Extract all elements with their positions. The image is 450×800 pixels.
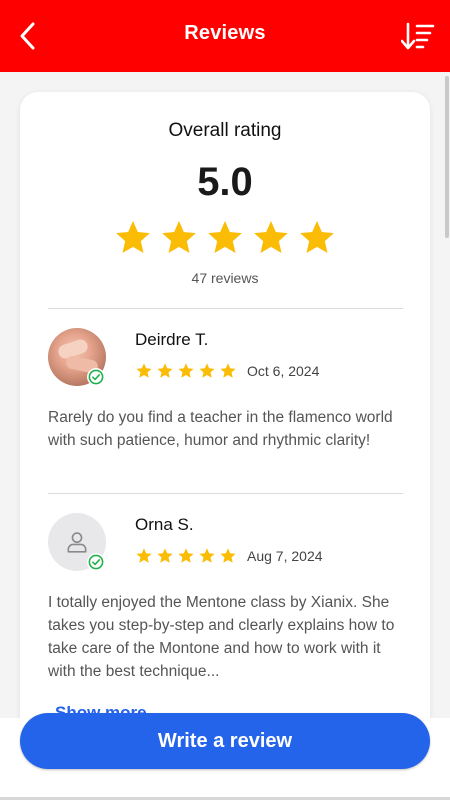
overall-rating-stars	[20, 218, 430, 258]
star-icon	[300, 221, 334, 253]
verified-badge	[87, 368, 105, 386]
page-title: Reviews	[184, 22, 266, 44]
review-date: Oct 6, 2024	[247, 363, 320, 379]
overall-rating-label: Overall rating	[168, 120, 282, 141]
scrollbar[interactable]	[445, 76, 449, 238]
star-icon	[157, 363, 173, 378]
sort-descending-icon	[401, 22, 435, 50]
star-icon	[136, 363, 152, 378]
star-icon	[162, 221, 196, 253]
review-text: Rarely do you find a teacher in the flam…	[48, 409, 393, 449]
sort-button[interactable]	[398, 18, 438, 54]
review-meta: Oct 6, 2024	[135, 362, 319, 380]
review-item: Deirdre T. Oct 6, 2024 Rarely do you fin…	[48, 328, 403, 478]
reviewer-name: Deirdre T.	[135, 330, 209, 349]
reviews-card: Overall rating 5.0 47 reviews Deirdre T.	[20, 92, 430, 772]
star-icon	[199, 548, 215, 563]
verified-badge	[87, 553, 105, 571]
review-text: I totally enjoyed the Mentone class by X…	[48, 594, 395, 680]
star-icon	[254, 221, 288, 253]
user-placeholder-icon	[67, 532, 87, 553]
star-icon	[116, 221, 150, 253]
review-stars	[135, 547, 237, 565]
write-review-button[interactable]: Write a review	[20, 713, 430, 769]
star-icon	[136, 548, 152, 563]
star-icon	[178, 548, 194, 563]
star-icon	[199, 363, 215, 378]
divider	[48, 308, 403, 309]
review-meta: Aug 7, 2024	[135, 547, 323, 565]
app-header: Reviews	[0, 0, 450, 72]
star-icon	[208, 221, 242, 253]
star-icon	[220, 548, 236, 563]
overall-rating-score: 5.0	[197, 160, 253, 204]
star-icon	[220, 363, 236, 378]
review-item: Orna S. Aug 7, 2024 I totally enjoyed th…	[48, 513, 403, 713]
review-count: 47 reviews	[191, 270, 259, 286]
review-date: Aug 7, 2024	[247, 548, 323, 564]
review-stars	[135, 362, 237, 380]
check-circle-icon	[88, 554, 104, 570]
star-icon	[157, 548, 173, 563]
check-circle-icon	[88, 369, 104, 385]
reviewer-name: Orna S.	[135, 515, 194, 534]
star-icon	[178, 363, 194, 378]
divider	[48, 493, 403, 494]
